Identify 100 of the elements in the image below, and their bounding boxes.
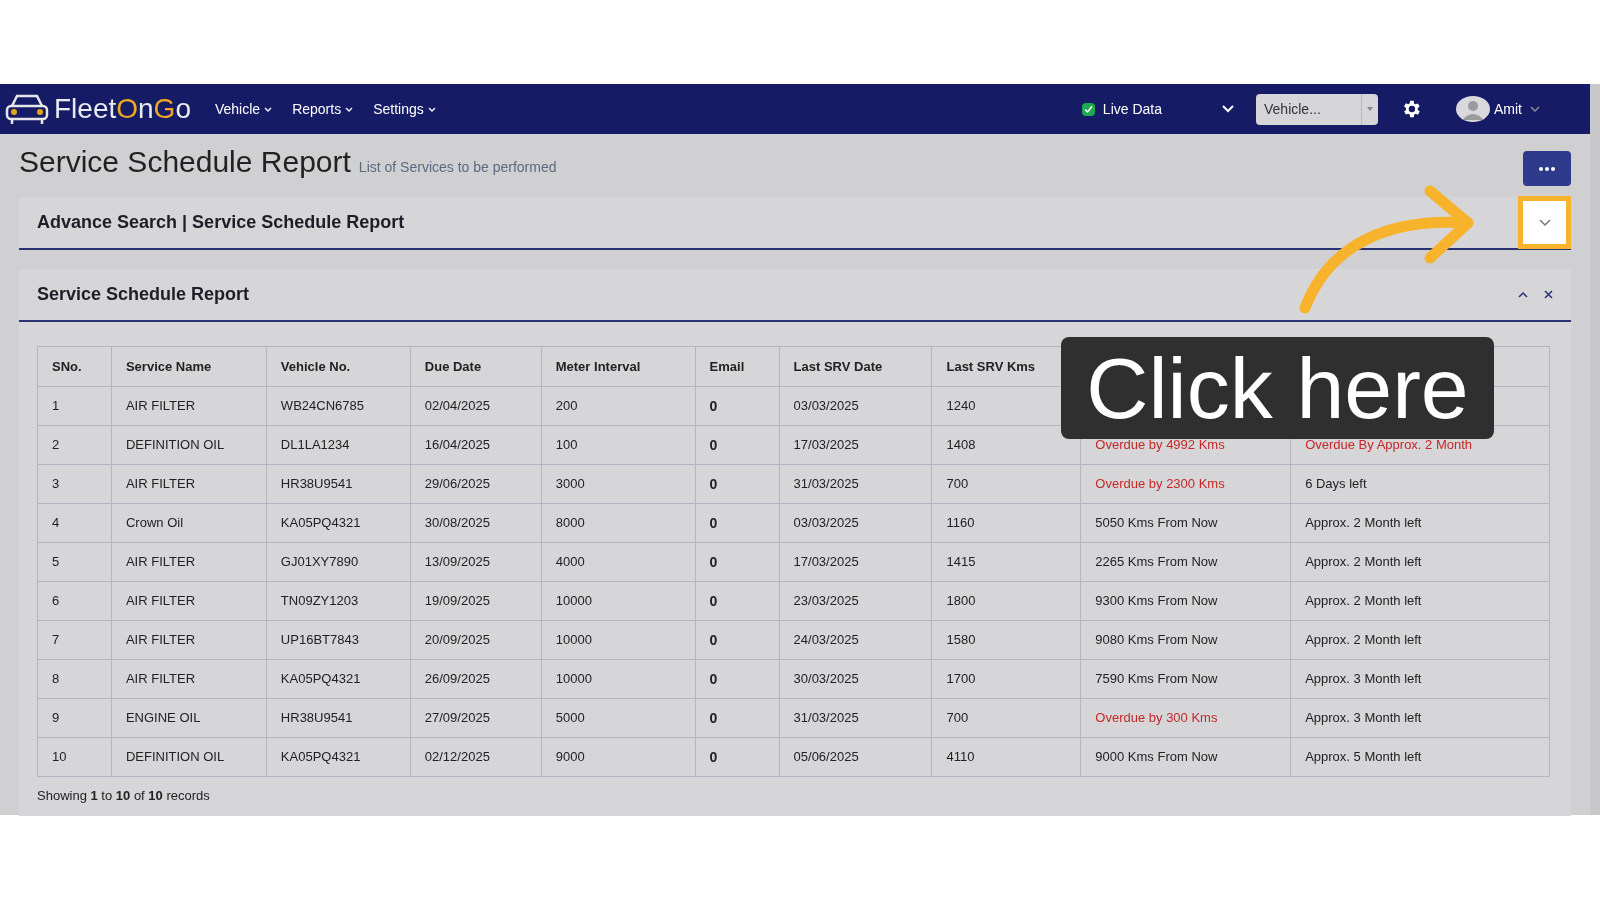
table-cell: DL1LA1234 bbox=[266, 425, 411, 465]
table-cell: 1800 bbox=[931, 581, 1081, 621]
table-cell: KA05PQ4321 bbox=[266, 737, 411, 777]
table-cell: WB24CN6785 bbox=[266, 386, 411, 426]
table-cell: DEFINITION OIL bbox=[111, 425, 267, 465]
scrollbar[interactable] bbox=[1590, 84, 1600, 815]
close-icon[interactable] bbox=[1544, 290, 1553, 299]
table-cell: AIR FILTER bbox=[111, 464, 267, 504]
card-title: Service Schedule Report bbox=[37, 283, 250, 306]
table-cell: 24/03/2025 bbox=[779, 620, 932, 660]
column-header: Service Name bbox=[111, 346, 267, 387]
table-cell: 4 bbox=[37, 503, 112, 543]
table-cell: 0 bbox=[695, 659, 780, 699]
nav-menu[interactable]: Reports bbox=[292, 98, 354, 120]
table-cell: 3 bbox=[37, 464, 112, 504]
table-cell: 02/12/2025 bbox=[410, 737, 542, 777]
nav-menu[interactable]: Settings bbox=[373, 98, 436, 120]
column-header: Last SRV Date bbox=[779, 346, 932, 387]
table-cell: AIR FILTER bbox=[111, 581, 267, 621]
table-cell: 10000 bbox=[541, 581, 696, 621]
logo-text[interactable]: FleetOnGo bbox=[54, 95, 191, 123]
table-cell: 1 bbox=[37, 386, 112, 426]
table-cell: 5050 Kms From Now bbox=[1080, 503, 1291, 543]
chevron-down-icon bbox=[345, 106, 354, 112]
table-cell: Approx. 2 Month left bbox=[1290, 581, 1550, 621]
table-cell: 17/03/2025 bbox=[779, 425, 932, 465]
car-icon bbox=[4, 92, 50, 126]
table-cell: 1160 bbox=[931, 503, 1081, 543]
page-subtitle: List of Services to be performed bbox=[358, 158, 557, 177]
table-cell: 1700 bbox=[931, 659, 1081, 699]
table-cell: 4110 bbox=[931, 737, 1081, 777]
table-cell: Approx. 5 Month left bbox=[1290, 737, 1550, 777]
table-cell: DEFINITION OIL bbox=[111, 737, 267, 777]
table-cell: 9000 Kms From Now bbox=[1080, 737, 1291, 777]
table-cell: 02/04/2025 bbox=[410, 386, 542, 426]
column-header: Due Date bbox=[410, 346, 542, 387]
vehicle-select[interactable]: Vehicle... bbox=[1256, 93, 1378, 125]
table-cell: GJ01XY7890 bbox=[266, 542, 411, 582]
table-cell: 0 bbox=[695, 425, 780, 465]
table-cell: 23/03/2025 bbox=[779, 581, 932, 621]
table-cell: AIR FILTER bbox=[111, 386, 267, 426]
table-cell: 16/04/2025 bbox=[410, 425, 542, 465]
column-header: SNo. bbox=[37, 346, 112, 387]
table-cell: Approx. 2 Month left bbox=[1290, 542, 1550, 582]
table-cell: 0 bbox=[695, 386, 780, 426]
user-name[interactable]: Amit bbox=[1494, 98, 1522, 120]
table-cell: 29/06/2025 bbox=[410, 464, 542, 504]
more-icon bbox=[1539, 166, 1555, 171]
column-header: Meter Interval bbox=[541, 346, 696, 387]
table-cell: Approx. 3 Month left bbox=[1290, 659, 1550, 699]
table-cell: 19/09/2025 bbox=[410, 581, 542, 621]
table-cell: 0 bbox=[695, 698, 780, 738]
table-cell: TN09ZY1203 bbox=[266, 581, 411, 621]
table-cell: Crown Oil bbox=[111, 503, 267, 543]
avatar-icon[interactable] bbox=[1456, 96, 1490, 122]
table-cell: 9300 Kms From Now bbox=[1080, 581, 1291, 621]
table-cell: 31/03/2025 bbox=[779, 698, 932, 738]
table-cell: 6 Days left bbox=[1290, 464, 1550, 504]
table-cell: 03/03/2025 bbox=[779, 386, 932, 426]
table-cell: 03/03/2025 bbox=[779, 503, 932, 543]
table-cell: 10000 bbox=[541, 659, 696, 699]
table-cell: AIR FILTER bbox=[111, 659, 267, 699]
records-info: Showing 1 to 10 of 10 records bbox=[37, 787, 211, 805]
nav-menu[interactable]: Vehicle bbox=[214, 98, 273, 120]
chevron-down-icon bbox=[264, 106, 273, 112]
table-cell: 9000 bbox=[541, 737, 696, 777]
column-header: Vehicle No. bbox=[266, 346, 411, 387]
table-cell: Approx. 2 Month left bbox=[1290, 503, 1550, 543]
table-cell: 1415 bbox=[931, 542, 1081, 582]
collapse-icon[interactable] bbox=[1518, 291, 1528, 298]
table-cell: 10 bbox=[37, 737, 112, 777]
table-cell: Overdue by 300 Kms bbox=[1080, 698, 1291, 738]
table-cell: Overdue by 2300 Kms bbox=[1080, 464, 1291, 504]
table-cell: 700 bbox=[931, 464, 1081, 504]
table-cell: AIR FILTER bbox=[111, 620, 267, 660]
table-cell: HR38U9541 bbox=[266, 698, 411, 738]
table-cell: 20/09/2025 bbox=[410, 620, 542, 660]
table-cell: KA05PQ4321 bbox=[266, 659, 411, 699]
table-cell: ENGINE OIL bbox=[111, 698, 267, 738]
live-data-checkbox[interactable] bbox=[1081, 102, 1095, 116]
column-header: Email bbox=[695, 346, 780, 387]
table-cell: 0 bbox=[695, 737, 780, 777]
table-cell: 13/09/2025 bbox=[410, 542, 542, 582]
page-title: Service Schedule Report bbox=[19, 144, 351, 180]
table-cell: 30/08/2025 bbox=[410, 503, 542, 543]
table-cell: 9 bbox=[37, 698, 112, 738]
table-cell: 4000 bbox=[541, 542, 696, 582]
table-cell: 05/06/2025 bbox=[779, 737, 932, 777]
table-cell: 10000 bbox=[541, 620, 696, 660]
table-cell: 27/09/2025 bbox=[410, 698, 542, 738]
table-cell: 17/03/2025 bbox=[779, 542, 932, 582]
table-cell: 0 bbox=[695, 620, 780, 660]
table-cell: 0 bbox=[695, 542, 780, 582]
table-cell: 6 bbox=[37, 581, 112, 621]
table-cell: 7 bbox=[37, 620, 112, 660]
more-button[interactable] bbox=[1523, 151, 1571, 186]
table-cell: 0 bbox=[695, 581, 780, 621]
table-cell: Approx. 3 Month left bbox=[1290, 698, 1550, 738]
table-cell: 30/03/2025 bbox=[779, 659, 932, 699]
table-cell: 100 bbox=[541, 425, 696, 465]
